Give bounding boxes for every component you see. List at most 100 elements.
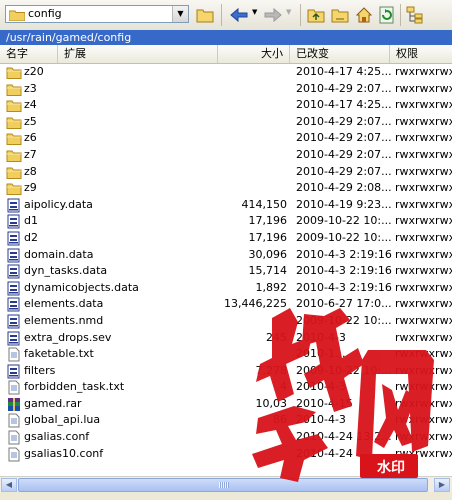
root-folder-button[interactable] bbox=[330, 5, 350, 25]
table-row[interactable]: aipolicy.data 414,150 2010-4-19 9:23... rwx… bbox=[0, 197, 452, 214]
file-name: dynamicobjects.data bbox=[24, 280, 139, 294]
file-modified: 2010-4-29 2:08... bbox=[296, 181, 392, 195]
file-modified: 2010-4-29 2:07... bbox=[296, 131, 392, 145]
file-permissions: rwxrwxrwx bbox=[395, 65, 452, 78]
file-size: 4 bbox=[280, 380, 287, 394]
file-size: 414,150 bbox=[241, 197, 288, 211]
file-name: global_api.lua bbox=[24, 413, 101, 427]
data-file-icon bbox=[6, 297, 22, 312]
file-name: elements.data bbox=[24, 297, 104, 311]
file-modified: 2009-10-22 10:... bbox=[296, 230, 392, 244]
data-file-icon bbox=[6, 231, 22, 246]
data-file-icon bbox=[6, 331, 22, 346]
file-permissions: rwxrwxrwx bbox=[395, 347, 452, 361]
file-modified: 2010-4-3 2:19:16 bbox=[296, 247, 392, 261]
file-size: 7,278 bbox=[255, 363, 288, 377]
table-row[interactable]: forbidden_task.txt 4 2010-4-3 rwxrwxrwx bbox=[0, 379, 452, 396]
table-row[interactable]: extra_drops.sev 245 2010-4-3 rwxrwxrwx bbox=[0, 330, 452, 347]
text-file-icon bbox=[6, 347, 22, 362]
table-row[interactable]: elements.data 13,446,225 2010-6-27 17:0...… bbox=[0, 296, 452, 313]
folder-icon bbox=[6, 131, 22, 146]
column-header-ext[interactable]: 扩展 bbox=[58, 45, 218, 63]
column-header-name[interactable]: 名字 bbox=[0, 45, 58, 63]
table-row[interactable]: dyn_tasks.data 15,714 2010-4-3 2:19:16 rwxr… bbox=[0, 263, 452, 280]
table-row[interactable]: z5 2010-4-29 2:07... rwxrwxrwx bbox=[0, 114, 452, 131]
forward-button[interactable] bbox=[262, 5, 284, 25]
open-folder-button[interactable] bbox=[195, 5, 215, 25]
file-permissions: rwxrwxrwx bbox=[395, 114, 452, 128]
table-row[interactable]: dynamicobjects.data 1,892 2010-4-3 2:19:16… bbox=[0, 280, 452, 297]
file-size: 30,096 bbox=[248, 247, 288, 261]
file-permissions: rwxrwxrwx bbox=[395, 396, 452, 410]
table-row[interactable]: z6 2010-4-29 2:07... rwxrwxrwx bbox=[0, 130, 452, 147]
file-permissions: rwxrwxrwx bbox=[395, 197, 452, 211]
scroll-right-button[interactable]: ▶ bbox=[434, 478, 450, 492]
file-name: extra_drops.sev bbox=[24, 330, 112, 344]
file-permissions: rwxrwxrwx bbox=[395, 446, 452, 460]
file-permissions: rwxrwxrwx bbox=[395, 413, 452, 427]
file-permissions: rwxrwxrwx bbox=[395, 131, 452, 145]
home-button[interactable] bbox=[354, 5, 374, 25]
scroll-thumb[interactable] bbox=[18, 478, 428, 492]
column-header-modified[interactable]: 已改变 bbox=[290, 45, 390, 63]
table-row[interactable]: global_api.lua 86 2010-4-3 rwxrwxrwx bbox=[0, 412, 452, 429]
refresh-button[interactable] bbox=[377, 5, 397, 25]
grip-icon bbox=[219, 482, 229, 488]
folder-icon bbox=[6, 65, 22, 80]
table-row[interactable]: gsalias10.conf 2010-4-24 rwxrwxrwx bbox=[0, 446, 452, 463]
tree-view-button[interactable] bbox=[405, 5, 425, 25]
parent-folder-button[interactable] bbox=[306, 5, 326, 25]
toolbar-separator bbox=[221, 4, 222, 26]
file-permissions: rwxrwxrwx bbox=[395, 313, 452, 327]
file-modified: 2009-10-22 10:... bbox=[296, 363, 392, 377]
horizontal-scrollbar[interactable]: ◀ ▶ bbox=[0, 476, 452, 493]
table-row[interactable]: z9 2010-4-29 2:08... rwxrwxrwx bbox=[0, 180, 452, 197]
current-path: /usr/rain/gamed/config bbox=[0, 30, 452, 45]
file-modified: 2010-4-19 9:23... bbox=[296, 197, 392, 211]
column-header-size[interactable]: 大小 bbox=[218, 45, 290, 63]
table-row[interactable]: z4 2010-4-17 4:25... rwxrwxrwx bbox=[0, 97, 452, 114]
table-row[interactable]: gamed.rar 10,03 2010-4-15 rwxrwxrwx bbox=[0, 396, 452, 413]
back-button[interactable] bbox=[228, 5, 250, 25]
file-permissions: rwxrwxrwx bbox=[395, 280, 452, 294]
file-list[interactable]: z20 2010-4-17 4:25... rwxrwxrwx z3 2010-4-29… bbox=[0, 64, 452, 476]
address-value: config bbox=[28, 7, 62, 20]
file-name: d2 bbox=[24, 230, 38, 244]
chevron-down-icon[interactable]: ▼ bbox=[172, 6, 188, 22]
table-row[interactable]: filters 7,278 2009-10-22 10:... rwxrwxrwx bbox=[0, 363, 452, 380]
file-permissions: rwxrwxrwx bbox=[395, 380, 452, 394]
file-modified: 2009-10-22 10:... bbox=[296, 313, 392, 327]
scroll-left-button[interactable]: ◀ bbox=[1, 478, 17, 492]
table-row[interactable]: z8 2010-4-29 2:07... rwxrwxrwx bbox=[0, 164, 452, 181]
text-file-icon bbox=[6, 413, 22, 428]
file-size: 1,892 bbox=[255, 280, 288, 294]
toolbar-separator bbox=[300, 4, 301, 26]
table-row[interactable]: z7 2010-4-29 2:07... rwxrwxrwx bbox=[0, 147, 452, 164]
folder-icon bbox=[6, 148, 22, 163]
table-row[interactable]: z3 2010-4-29 2:07... rwxrwxrwx bbox=[0, 81, 452, 98]
table-row[interactable]: d2 17,196 2009-10-22 10:... rwxrwxrwx bbox=[0, 230, 452, 247]
file-name: gamed.rar bbox=[24, 396, 82, 410]
file-size: 13,446,225 bbox=[224, 297, 287, 311]
table-row[interactable]: elements.nmd 2009-10-22 10:... rwxrwxrwx bbox=[0, 313, 452, 330]
file-permissions: rwxrwxrwx bbox=[395, 230, 452, 244]
folder-icon bbox=[6, 98, 22, 113]
file-size: 15,714 bbox=[248, 264, 288, 278]
table-row[interactable]: domain.data 30,096 2010-4-3 2:19:16 rwxrwxr… bbox=[0, 247, 452, 264]
address-combobox[interactable]: config ▼ bbox=[5, 5, 189, 23]
folder-icon bbox=[6, 82, 22, 97]
table-row[interactable]: gsalias.conf 2010-4-24 13:2... rwxrwxrwx bbox=[0, 429, 452, 446]
back-dropdown-icon[interactable]: ▼ bbox=[252, 8, 257, 28]
table-row[interactable]: d1 17,196 2009-10-22 10:... rwxrwxrwx bbox=[0, 213, 452, 230]
file-permissions: rwxrwxrwx bbox=[395, 330, 452, 344]
status-bar bbox=[0, 492, 452, 500]
table-row[interactable]: z20 2010-4-17 4:25... rwxrwxrwx bbox=[0, 64, 452, 81]
file-modified: 2010-4-17 4:25... bbox=[296, 65, 392, 78]
column-header-perms[interactable]: 权限 bbox=[390, 45, 452, 63]
file-name: aipolicy.data bbox=[24, 197, 93, 211]
table-row[interactable]: faketable.txt 2010-1... rwxrwxrwx bbox=[0, 346, 452, 363]
forward-dropdown-icon[interactable]: ▼ bbox=[286, 8, 291, 28]
file-name: dyn_tasks.data bbox=[24, 264, 108, 278]
column-header: 名字 扩展 大小 已改变 权限 bbox=[0, 45, 452, 64]
file-size: 17,196 bbox=[248, 230, 288, 244]
